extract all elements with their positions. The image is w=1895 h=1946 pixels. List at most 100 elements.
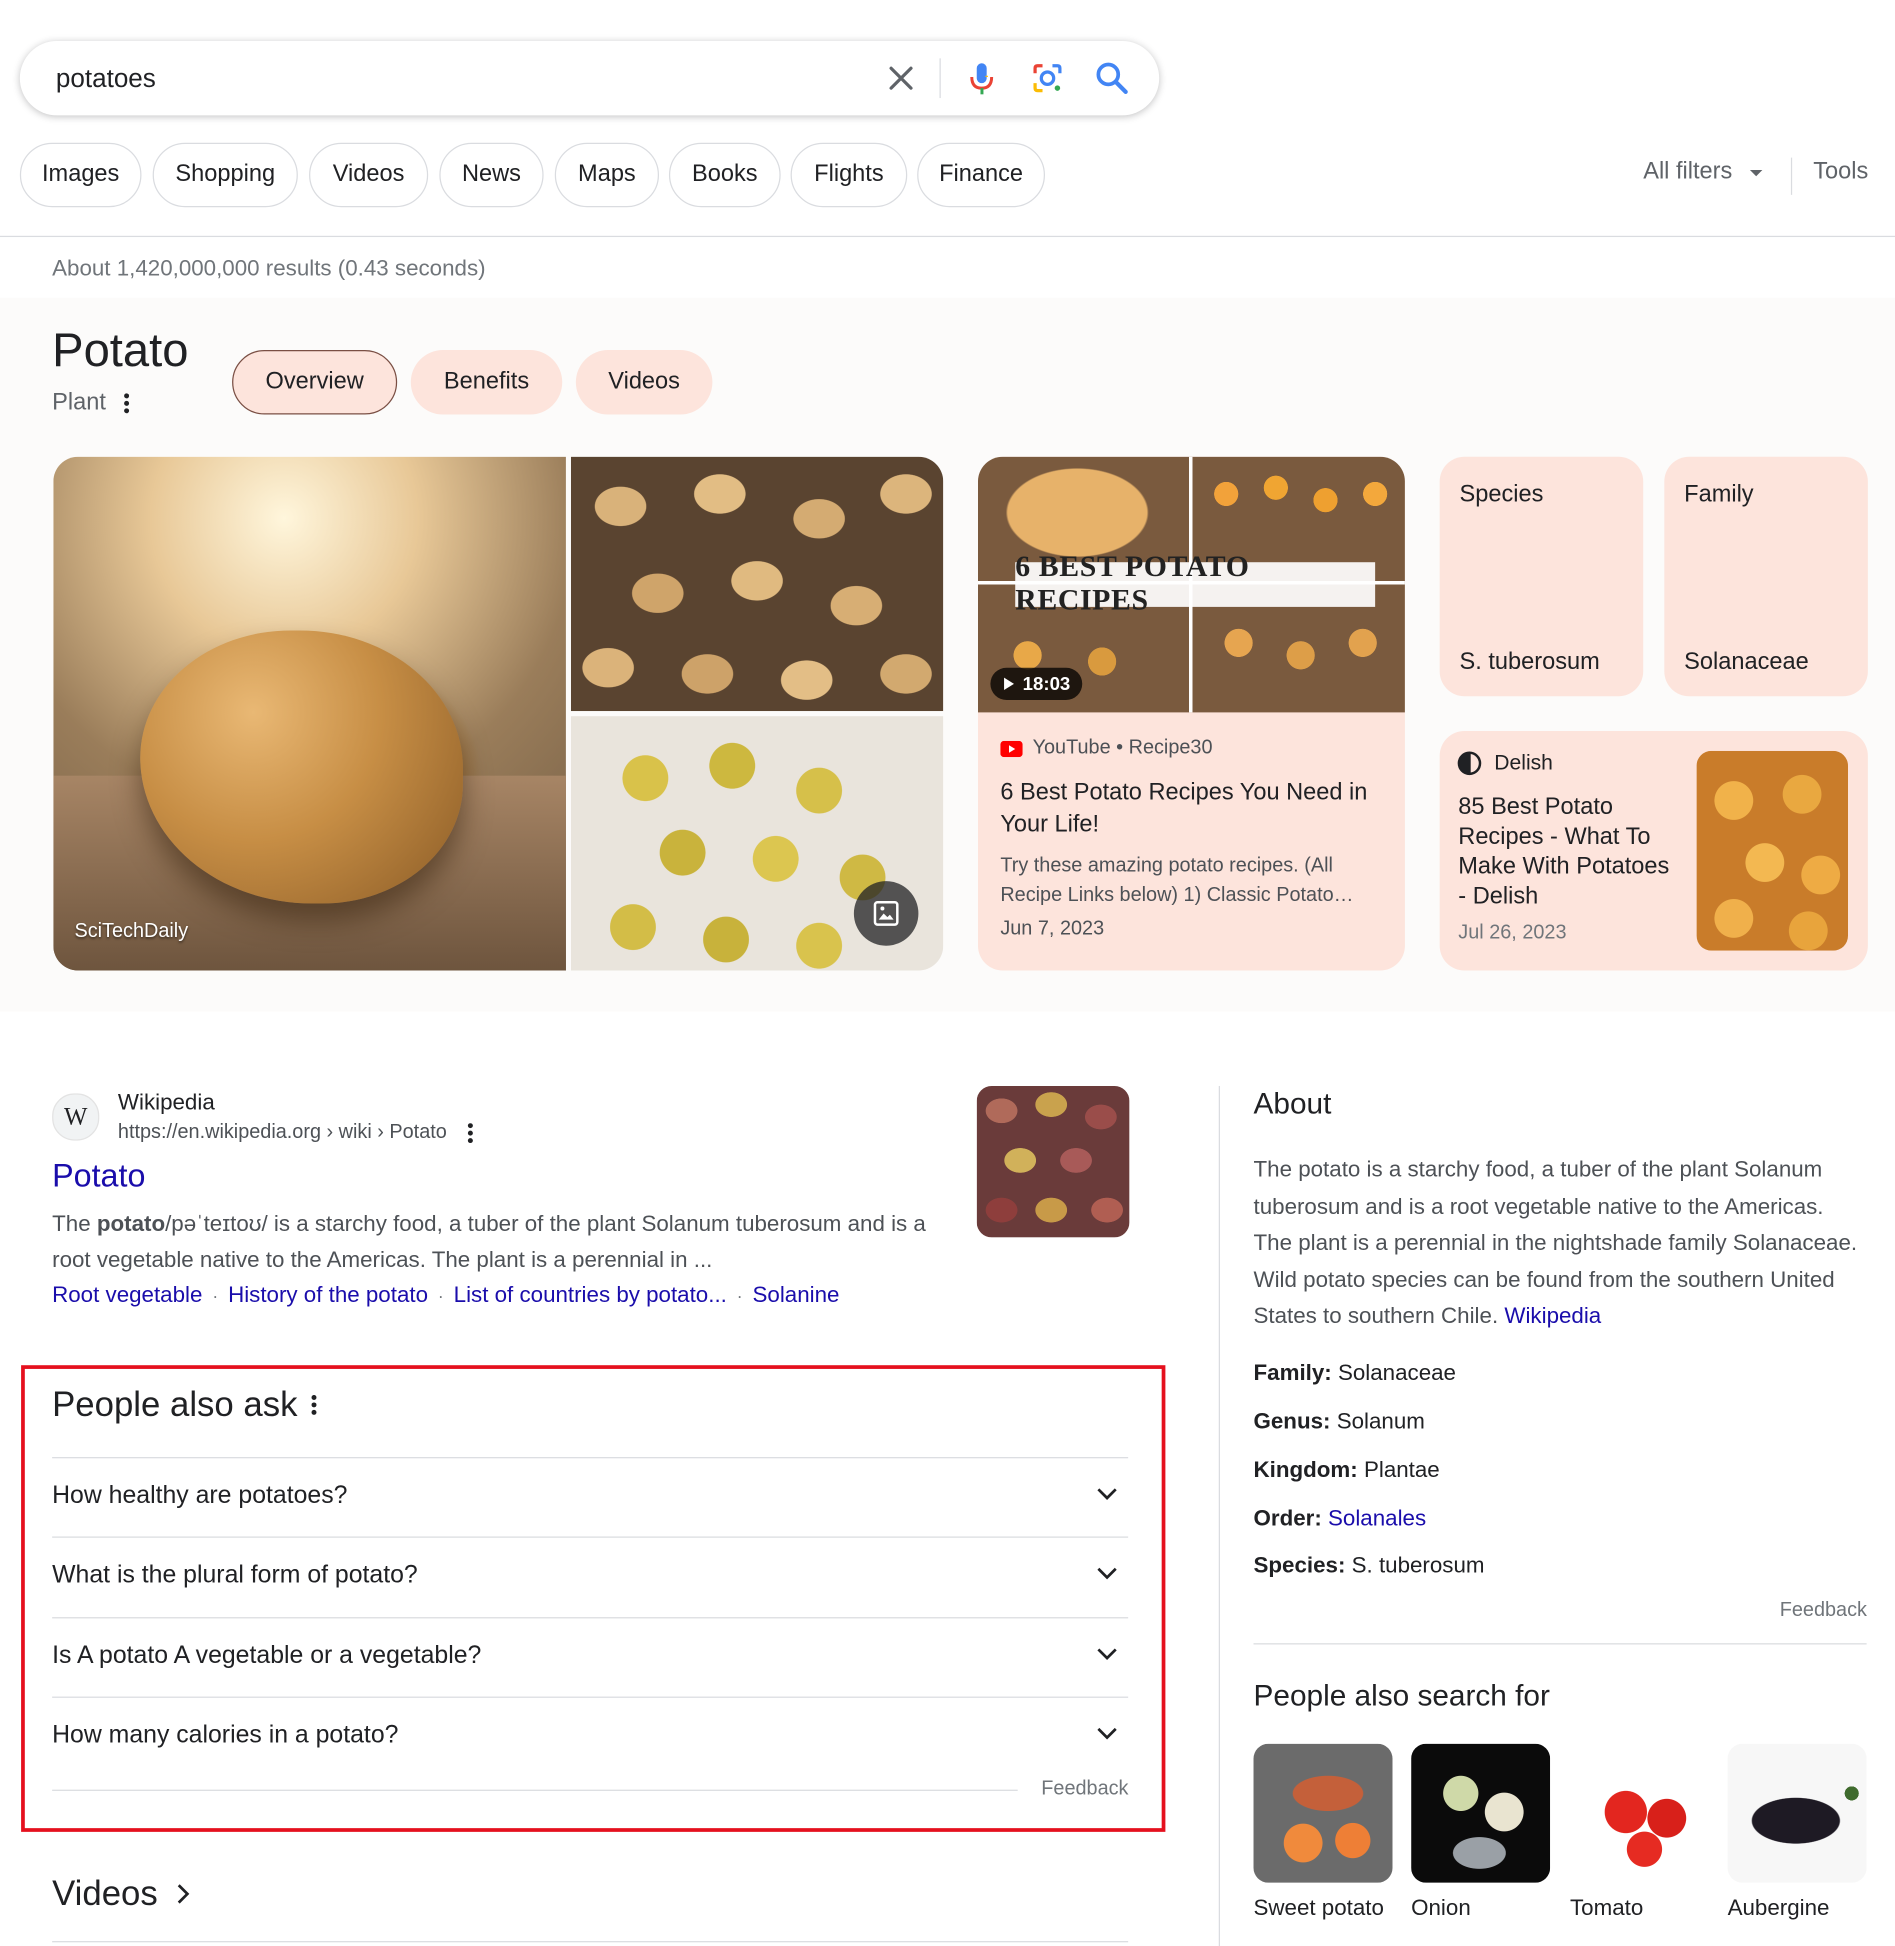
article-title[interactable]: 85 Best Potato Recipes - What To Make Wi… [1458,793,1681,912]
all-filters-label: All filters [1643,158,1733,185]
fact-label: Species [1459,481,1544,508]
paa-feedback-link[interactable]: Feedback [1041,1778,1128,1800]
about-heading: About [1253,1087,1332,1121]
filter-shopping[interactable]: Shopping [152,142,298,208]
sitelink[interactable]: List of countries by potato... [454,1282,727,1308]
paa-question: How many calories in a potato? [52,1721,399,1749]
search-icon[interactable] [1092,58,1132,98]
filter-flights[interactable]: Flights [790,142,908,208]
article-source-text: Delish [1494,750,1553,775]
related-entity-image [1411,1743,1551,1883]
chevron-down-icon [1097,1727,1117,1740]
video-duration: 18:03 [990,667,1083,700]
search-input[interactable] [53,58,853,101]
fact-card-family[interactable]: Family Solanaceae [1664,456,1868,697]
sitelink-separator: · [212,1285,219,1306]
videos-section-heading[interactable]: Videos [52,1874,190,1914]
article-card[interactable]: Delish 85 Best Potato Recipes - What To … [1439,731,1868,971]
related-entity-sweet-potato[interactable]: Sweet potato [1253,1743,1393,1921]
snippet-prefix: The [52,1211,97,1237]
more-options-icon[interactable] [467,1122,474,1144]
result-stats: About 1,420,000,000 results (0.43 second… [52,255,486,281]
image-icon [873,901,899,926]
potato-main-image[interactable]: SciTechDaily [53,456,566,971]
all-filters-button[interactable]: All filters [1643,159,1764,186]
fact-value: Solanaceae [1337,1360,1456,1386]
fact-label: Family [1684,481,1754,508]
related-entity-label: Onion [1411,1895,1471,1920]
video-source: YouTube • Recipe30 [1000,737,1213,759]
result-site-name[interactable]: Wikipedia [118,1090,215,1116]
filter-books[interactable]: Books [668,142,781,208]
fact-value: Plantae [1363,1457,1440,1482]
tab-overview[interactable]: Overview [232,349,398,415]
paa-question-row[interactable]: Is A potato A vegetable or a vegetable? [52,1617,1129,1696]
result-thumbnail[interactable] [976,1085,1130,1238]
article-thumbnail[interactable] [1696,750,1848,951]
videos-heading-text: Videos [52,1874,158,1913]
video-date: Jun 7, 2023 [1000,918,1105,940]
paa-question-row[interactable]: How healthy are potatoes? [52,1457,1129,1536]
tab-videos[interactable]: Videos [575,349,713,415]
about-feedback-link[interactable]: Feedback [1780,1600,1867,1622]
filter-images[interactable]: Images [19,142,142,208]
microphone-icon[interactable] [962,58,1002,98]
paa-question-row[interactable]: What is the plural form of potato? [52,1536,1129,1615]
filter-finance[interactable]: Finance [917,142,1046,208]
related-entity-tomato[interactable]: Tomato [1569,1743,1709,1921]
fact-value: S. tuberosum [1351,1552,1485,1578]
video-source-text: YouTube • Recipe30 [1032,737,1213,759]
filter-maps[interactable]: Maps [554,142,660,208]
fact-row-order: Order: Solanales [1254,1505,1427,1531]
sitelink[interactable]: History of the potato [228,1282,428,1308]
result-title-link[interactable]: Potato [52,1157,145,1195]
sitelink-separator: · [437,1285,444,1306]
related-entity-aubergine[interactable]: Aubergine [1727,1743,1867,1921]
more-images-button[interactable] [853,881,919,946]
tab-benefits[interactable]: Benefits [410,349,563,415]
paa-question: Is A potato A vegetable or a vegetable? [52,1641,482,1670]
fact-value: Solanaceae [1684,649,1809,676]
video-thumbnail[interactable]: 6 BEST POTATO RECIPES 18:03 [977,456,1405,713]
result-url-text: https://en.wikipedia.org › wiki › Potato [117,1121,447,1144]
related-entity-label: Sweet potato [1253,1895,1384,1920]
filter-videos[interactable]: Videos [309,142,429,208]
fact-value-link[interactable]: Solanales [1328,1505,1426,1530]
fact-row-kingdom: Kingdom: Plantae [1254,1457,1440,1483]
video-card[interactable]: 6 BEST POTATO RECIPES 18:03 YouTube • Re… [977,456,1405,971]
clear-icon[interactable] [881,58,921,98]
about-source-link[interactable]: Wikipedia [1504,1303,1601,1328]
play-icon [1004,677,1014,691]
paa-question-row[interactable]: How many calories in a potato? [52,1696,1129,1776]
google-lens-icon[interactable] [1028,58,1068,98]
more-options-icon[interactable] [310,1394,317,1416]
people-also-ask-heading: People also ask [52,1385,317,1425]
videos-divider [52,1941,1129,1943]
fact-value: Solanum [1336,1408,1425,1434]
video-duration-text: 18:03 [1022,673,1071,695]
fact-key: Genus: [1253,1408,1331,1434]
fact-card-species[interactable]: Species S. tuberosum [1439,456,1644,697]
article-source: Delish [1457,751,1553,776]
snippet-rest: /pəˈteɪtoʊ/ is a starchy food, a tuber o… [52,1211,926,1273]
fact-key: Species: [1253,1552,1346,1578]
video-snippet: Try these amazing potato recipes. (All R… [1000,855,1354,907]
sitelink[interactable]: Solanine [753,1282,840,1308]
boiled-potatoes-image[interactable] [570,716,944,971]
entity-subtitle: Plant [52,390,131,417]
tools-button[interactable]: Tools [1813,159,1868,186]
more-options-icon[interactable] [123,392,130,414]
result-sitelinks: Root vegetable · History of the potato ·… [52,1282,839,1308]
paa-question: What is the plural form of potato? [52,1561,418,1589]
delish-logo-icon [1457,751,1482,776]
fact-row-family: Family: Solanaceae [1254,1360,1456,1386]
related-entity-image [1569,1743,1709,1883]
related-entity-image [1727,1743,1867,1883]
related-entity-onion[interactable]: Onion [1411,1743,1551,1921]
video-title[interactable]: 6 Best Potato Recipes You Need in Your L… [1000,777,1385,842]
sitelink[interactable]: Root vegetable [52,1282,202,1308]
fact-key: Family: [1253,1360,1332,1386]
potatoes-pile-image[interactable] [570,456,944,712]
filter-news[interactable]: News [439,142,544,208]
wikipedia-favicon: W [52,1093,100,1141]
